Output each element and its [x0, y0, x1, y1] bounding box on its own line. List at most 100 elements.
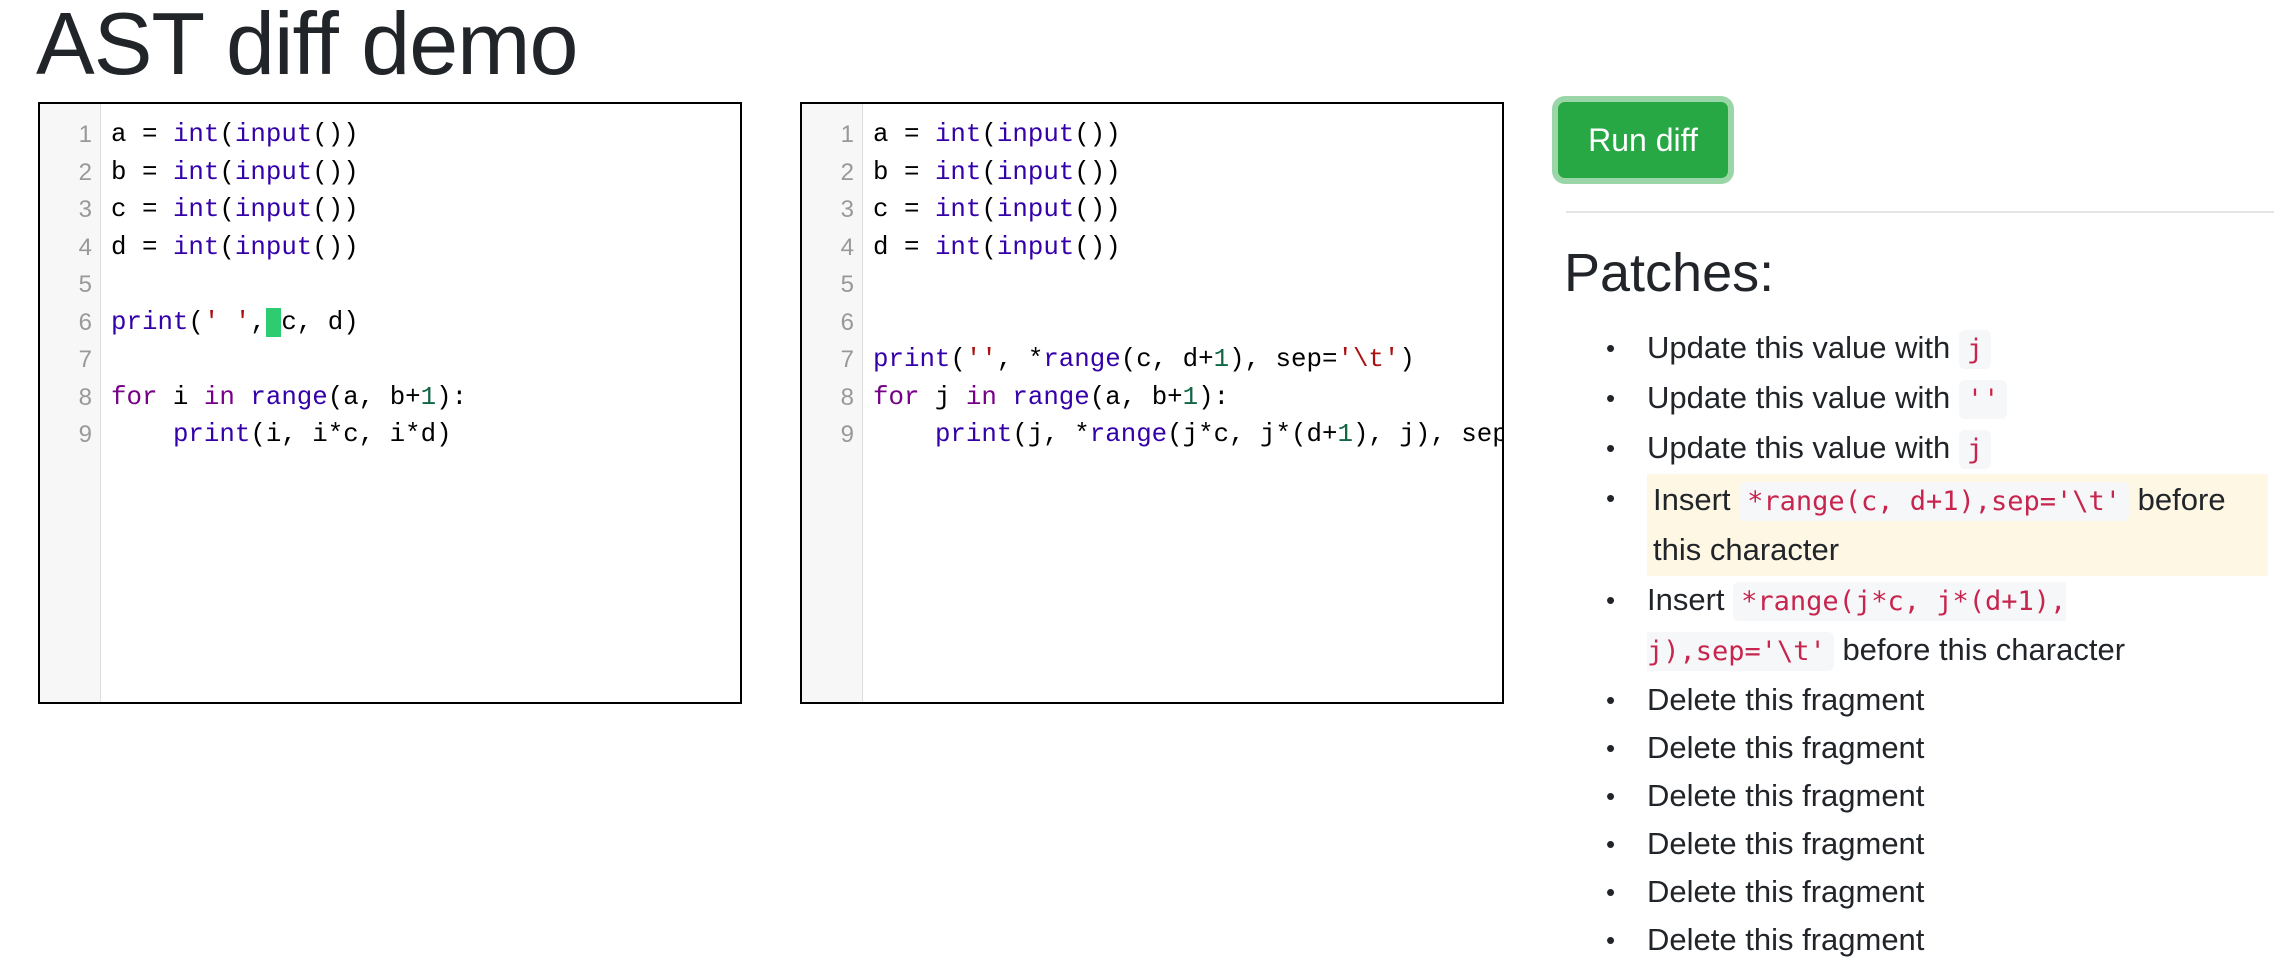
patch-code: j [1958, 430, 1992, 469]
patch-description: Delete this fragment [1647, 922, 1925, 957]
patch-code: *range(c, d+1),sep='\t' [1739, 482, 2130, 521]
line-number: 5 [840, 271, 854, 298]
patch-content: Delete this fragment [1647, 922, 1924, 957]
patch-item[interactable]: • Delete this fragment [1600, 724, 2268, 772]
line-number: 4 [840, 233, 854, 261]
patch-item[interactable]: • Delete this fragment [1600, 772, 2268, 820]
code-line[interactable]: 8 for j in range(a, b+1): [802, 379, 1502, 417]
patch-item[interactable]: • Update this value with '' [1600, 374, 2268, 424]
bullet-icon: • [1606, 483, 1616, 513]
patch-item[interactable]: • Update this value with j [1600, 424, 2268, 474]
bullet-icon: • [1606, 585, 1616, 615]
code-token: 1 [1337, 420, 1353, 449]
bullet-icon: • [1606, 877, 1616, 907]
line-code: b = int(input()) [873, 154, 1121, 192]
patch-content: Insert *range(c, d+1),sep='\t' before th… [1647, 474, 2268, 576]
code-token: ( [950, 345, 966, 374]
code-token: input [234, 120, 313, 149]
line-number: 6 [840, 308, 854, 336]
source-editor-before[interactable]: 1a = int(input()) 2 b = int(input()) 3 c = i… [38, 102, 742, 704]
code-line[interactable]: 8 for i in range(a, b+1): [40, 379, 740, 417]
code-token: input [234, 195, 313, 224]
code-token: '' [965, 345, 997, 374]
code-line[interactable]: 7 [40, 341, 740, 379]
line-number: 1 [840, 121, 854, 148]
code-line[interactable]: 2 b = int(input()) [802, 154, 1502, 192]
code-line[interactable]: 4 d = int(input()) [40, 229, 740, 267]
code-token: (c, d+ [1120, 345, 1214, 374]
line-number: 8 [78, 383, 92, 411]
line-number: 3 [78, 196, 92, 223]
patch-description: Delete this fragment [1647, 730, 1925, 765]
code-token: for [873, 382, 920, 412]
code-token: range [1012, 382, 1090, 412]
patch-item[interactable]: • Insert *range(c, d+1),sep='\t' before t… [1600, 474, 2268, 576]
line-number: 4 [78, 233, 92, 261]
code-line[interactable]: 1 a = int(input()) [40, 116, 740, 154]
code-token: ()) [1074, 120, 1121, 149]
code-line[interactable]: 1 a = int(input()) [802, 116, 1502, 154]
code-line[interactable]: 4 d = int(input()) [802, 229, 1502, 267]
code-token: 1 [420, 382, 437, 412]
code-token: (j, * [1012, 420, 1090, 449]
code-token: (a, b+ [1089, 382, 1183, 412]
code-token: int [172, 120, 220, 149]
patch-content: Insert *range(j*c, j*(d+1), j),sep='\t' … [1647, 576, 2167, 676]
code-token: b = [873, 157, 935, 187]
patch-description: Delete this fragment [1647, 682, 1925, 717]
line-code: print(' ', c, d) [111, 304, 359, 342]
code-line[interactable]: 3 c = int(input()) [40, 191, 740, 229]
line-number: 9 [840, 421, 854, 448]
code-line[interactable]: 5 [802, 266, 1502, 304]
source-editor-after[interactable]: 1a = int(input()) 2 b = int(input()) 3 c = i… [800, 102, 1504, 704]
code-token: , * [996, 345, 1044, 374]
patch-content: Delete this fragment [1647, 730, 1924, 765]
bullet-icon: • [1606, 433, 1616, 463]
patch-item[interactable]: • Delete this fragment [1600, 820, 2268, 868]
code-token: d = [873, 232, 935, 262]
patch-item[interactable]: • Delete this fragment [1600, 676, 2268, 724]
patch-item[interactable]: • Delete this fragment [1600, 868, 2268, 916]
bullet-icon: • [1606, 781, 1616, 811]
code-line[interactable]: 5 [40, 266, 740, 304]
patch-content: Delete this fragment [1647, 874, 1924, 909]
code-token: c = [111, 195, 173, 224]
code-token: ( [219, 120, 235, 149]
bullet-icon: • [1606, 333, 1616, 363]
run-diff-button[interactable]: Run diff [1558, 102, 1728, 178]
code-token: ( [219, 157, 235, 187]
code-token: ( [188, 307, 204, 337]
bullet-icon: • [1606, 829, 1616, 859]
line-code: print(j, *range(j*c, j*(d+1), j), sep [873, 416, 1504, 454]
code-line[interactable]: 9 print(i, i*c, i*d) [40, 416, 740, 454]
code-line[interactable]: 6 [802, 304, 1502, 342]
code-token: range [1089, 420, 1168, 449]
code-line[interactable]: 6 print(' ', c, d) [40, 304, 740, 342]
bullet-icon: • [1606, 925, 1616, 955]
code-token: input [996, 157, 1075, 187]
code-token: int [934, 120, 982, 149]
code-token: ), j), sep [1352, 420, 1504, 449]
line-code: c = int(input()) [873, 191, 1121, 229]
patch-description: Update this value with [1647, 330, 1951, 365]
patch-item[interactable]: • Update this value with j [1600, 324, 2268, 374]
patch-description: Delete this fragment [1647, 874, 1925, 909]
code-lines[interactable]: 1a = int(input()) 2 b = int(input()) 3 c = i… [802, 116, 1502, 454]
patch-content: Delete this fragment [1647, 778, 1924, 813]
code-token: c = [873, 195, 935, 224]
code-token: 1 [1182, 382, 1199, 412]
code-line[interactable]: 3 c = int(input()) [802, 191, 1502, 229]
code-token: ), sep= [1229, 345, 1338, 374]
code-token: int [172, 195, 220, 224]
code-line[interactable]: 9 print(j, *range(j*c, j*(d+1), j), sep [802, 416, 1502, 454]
code-line[interactable]: 2 b = int(input()) [40, 154, 740, 192]
patch-item[interactable]: • Delete this fragment [1600, 916, 2268, 964]
code-token: ()) [312, 120, 359, 149]
patch-description: Insert [1653, 482, 1731, 517]
code-lines[interactable]: 1a = int(input()) 2 b = int(input()) 3 c = i… [40, 116, 740, 454]
code-line[interactable]: 7 print('', *range(c, d+1), sep='\t') [802, 341, 1502, 379]
patch-item[interactable]: • Insert *range(j*c, j*(d+1), j),sep='\t'… [1600, 576, 2268, 676]
